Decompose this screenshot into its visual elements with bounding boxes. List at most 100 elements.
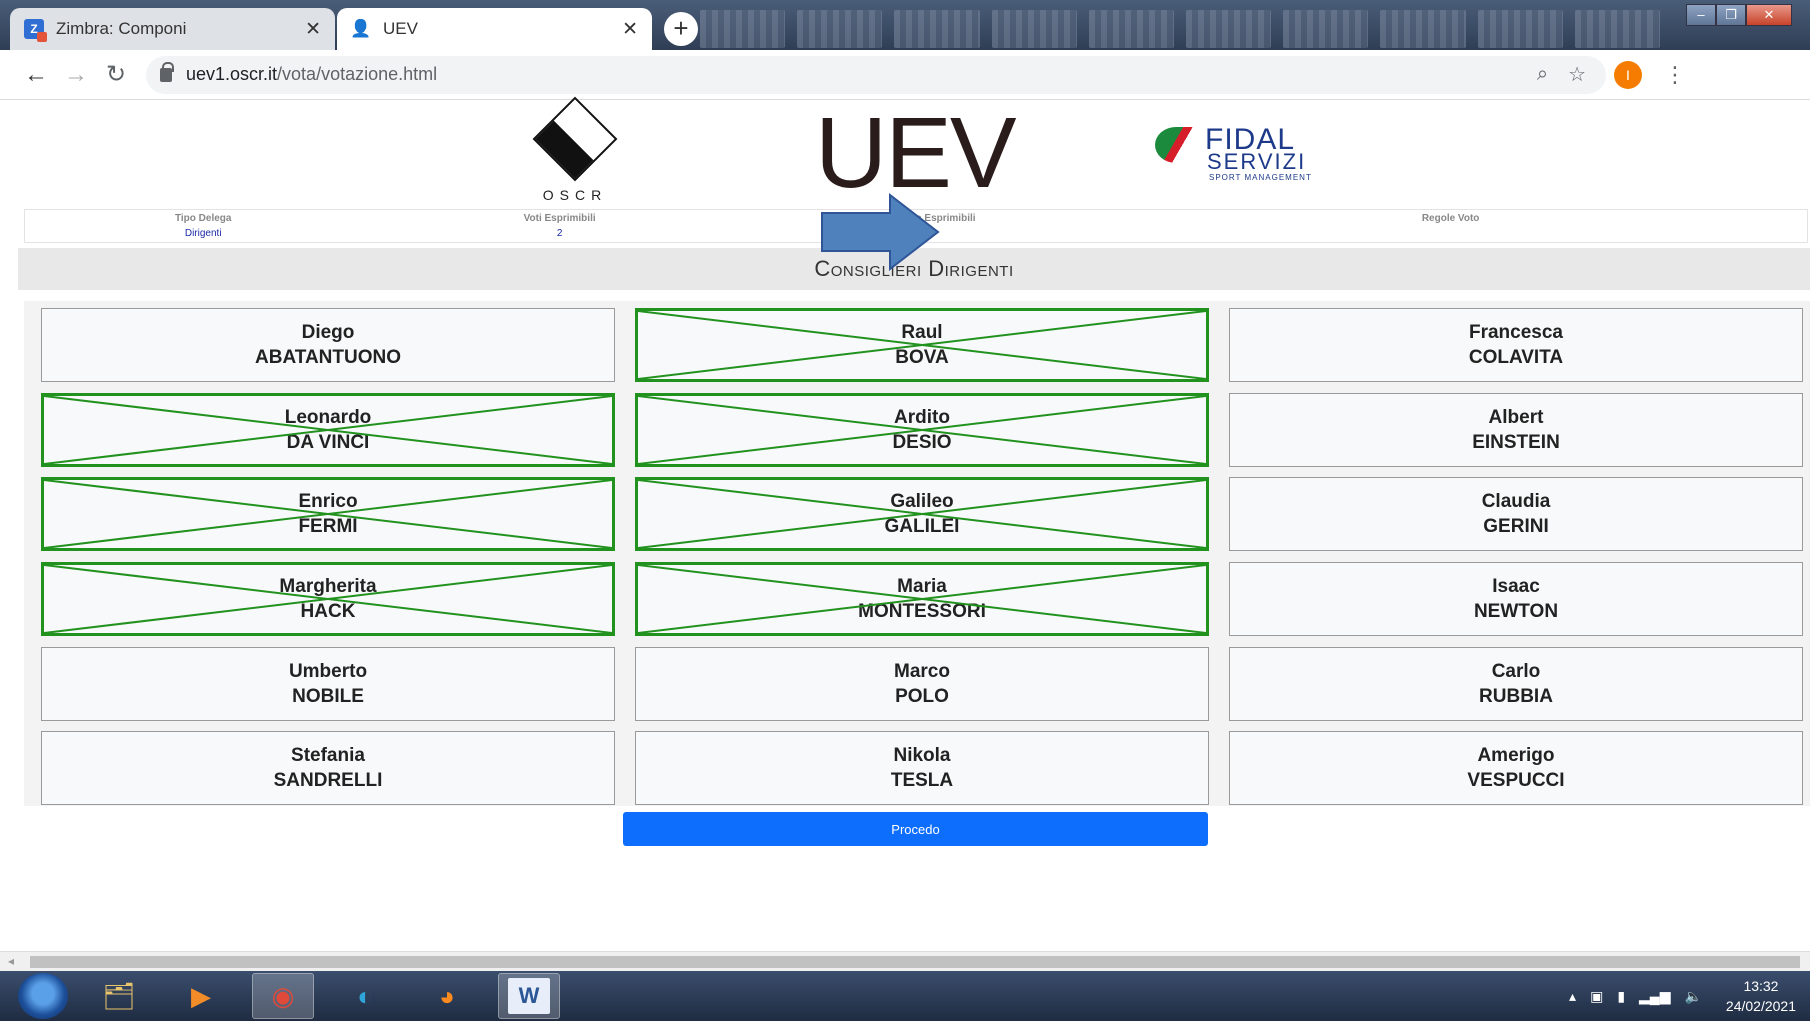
candidate-first-name: Marco bbox=[894, 660, 950, 682]
user-check-favicon-icon: 👤 bbox=[350, 19, 372, 38]
tray-app-icon[interactable]: ▣ bbox=[1590, 988, 1603, 1005]
candidate-card[interactable]: Enrico FERMI bbox=[41, 477, 615, 552]
power-icon[interactable]: ▮ bbox=[1617, 988, 1625, 1005]
oscr-diamond-icon bbox=[532, 96, 618, 182]
zoom-icon[interactable]: ⌕ bbox=[1537, 63, 1548, 86]
close-tab-icon[interactable]: ✕ bbox=[305, 18, 321, 41]
show-hidden-icons-icon[interactable]: ▴ bbox=[1569, 988, 1576, 1005]
candidate-last-name: POLO bbox=[895, 685, 949, 707]
candidate-card[interactable]: Leonardo DA VINCI bbox=[41, 392, 615, 467]
scroll-left-icon[interactable]: ◂ bbox=[8, 954, 14, 968]
candidate-first-name: Umberto bbox=[288, 660, 368, 682]
tab-title: UEV bbox=[383, 19, 418, 38]
forward-arrow-icon[interactable]: → bbox=[56, 55, 96, 95]
candidate-card[interactable]: Albert EINSTEIN bbox=[1229, 392, 1803, 467]
horizontal-scrollbar[interactable]: ◂ bbox=[0, 951, 1810, 971]
candidate-last-name: EINSTEIN bbox=[1472, 431, 1560, 453]
windows-taskbar: 🗂 ▶ ◉ ◐ ◕ W ▴ ▣ ▮ ▂▄▆ 🔈 13:32 24/02/2021 bbox=[0, 971, 1810, 1021]
chrome-icon[interactable]: ◉ bbox=[252, 973, 314, 1019]
address-bar[interactable]: uev1.oscr.it/vota/votazione.html ⌕ ☆ bbox=[146, 55, 1606, 94]
candidate-last-name: FERMI bbox=[298, 516, 358, 538]
desktop-background bbox=[700, 10, 1661, 48]
candidate-card[interactable]: Stefania SANDRELLI bbox=[41, 731, 615, 806]
candidate-last-name: COLAVITA bbox=[1468, 347, 1564, 368]
candidate-first-name: Galileo bbox=[890, 491, 954, 513]
info-label: Voti Esprimibili bbox=[523, 213, 596, 224]
candidate-last-name: NOBILE bbox=[292, 685, 364, 707]
system-clock[interactable]: 13:32 24/02/2021 bbox=[1726, 976, 1796, 1016]
candidate-last-name: TESLA bbox=[890, 770, 954, 792]
candidate-card[interactable]: Carlo RUBBIA bbox=[1229, 646, 1803, 721]
candidate-card[interactable]: Marco POLO bbox=[635, 646, 1209, 721]
reload-icon[interactable]: ↻ bbox=[96, 55, 136, 95]
volume-icon[interactable]: 🔈 bbox=[1684, 988, 1701, 1005]
candidate-card[interactable]: Maria MONTESSORI bbox=[635, 561, 1209, 636]
window-controls: – ❐ ✕ bbox=[1686, 4, 1792, 26]
minimize-icon[interactable]: – bbox=[1686, 4, 1716, 26]
info-delegation-type: Tipo Delega Dirigenti bbox=[25, 210, 381, 242]
firefox-icon[interactable]: ◕ bbox=[416, 973, 478, 1019]
lock-icon bbox=[160, 61, 174, 82]
clock-date: 24/02/2021 bbox=[1725, 998, 1796, 1014]
new-tab-button[interactable]: + bbox=[664, 12, 698, 46]
annotation-arrow-icon bbox=[821, 193, 940, 271]
info-value: 2 bbox=[556, 228, 563, 239]
close-tab-icon[interactable]: ✕ bbox=[622, 18, 638, 41]
word-app[interactable]: W bbox=[498, 973, 560, 1019]
candidate-card[interactable]: Ardito DESIO bbox=[635, 392, 1209, 467]
candidate-card[interactable]: Francesca COLAVITA bbox=[1229, 308, 1803, 382]
browser-menu-icon[interactable]: ⋮ bbox=[1664, 62, 1686, 88]
fidal-swoosh-icon bbox=[1155, 127, 1197, 163]
bookmark-star-icon[interactable]: ☆ bbox=[1568, 62, 1586, 87]
url-host: uev1.oscr.it bbox=[186, 64, 278, 84]
candidate-first-name: Ardito bbox=[894, 406, 950, 428]
info-votes: Voti Esprimibili 2 bbox=[381, 210, 737, 242]
fidal-servizi-logo: FIDAL SERVIZI SPORT MANAGEMENT bbox=[1155, 123, 1355, 183]
candidate-card[interactable]: Galileo GALILEI bbox=[635, 477, 1209, 552]
candidate-last-name: VESPUCCI bbox=[1467, 770, 1565, 792]
candidate-card[interactable]: Isaac NEWTON bbox=[1229, 561, 1803, 636]
tab-uev[interactable]: 👤 UEV ✕ bbox=[337, 8, 652, 50]
candidate-card[interactable]: Nikola TESLA bbox=[635, 731, 1209, 806]
edge-icon[interactable]: ◐ bbox=[334, 973, 396, 1019]
candidate-first-name: Francesca bbox=[1468, 322, 1563, 343]
tab-title: Zimbra: Componi bbox=[56, 19, 187, 38]
proceed-button[interactable]: Procedo bbox=[623, 812, 1208, 846]
browser-toolbar: ← → ↻ uev1.oscr.it/vota/votazione.html ⌕… bbox=[0, 50, 1810, 100]
candidate-first-name: Raul bbox=[901, 322, 943, 343]
fidal-logo-line2: SERVIZI bbox=[1207, 149, 1307, 174]
candidate-card[interactable]: Amerigo VESPUCCI bbox=[1229, 731, 1803, 806]
candidate-card[interactable]: Margherita HACK bbox=[41, 561, 615, 636]
candidate-card[interactable]: Claudia GERINI bbox=[1229, 477, 1803, 552]
candidate-first-name: Isaac bbox=[1492, 575, 1540, 597]
candidate-first-name: Nikola bbox=[893, 745, 951, 767]
scrollbar-thumb[interactable] bbox=[30, 956, 1800, 968]
candidate-first-name: Diego bbox=[301, 322, 355, 343]
candidate-last-name: GALILEI bbox=[884, 516, 960, 538]
info-rules: Regole Voto bbox=[1094, 210, 1807, 242]
candidate-last-name: DESIO bbox=[892, 431, 952, 453]
candidate-first-name: Carlo bbox=[1491, 660, 1541, 682]
candidate-last-name: RUBBIA bbox=[1479, 685, 1553, 707]
candidate-last-name: MONTESSORI bbox=[858, 600, 986, 622]
back-arrow-icon[interactable]: ← bbox=[16, 55, 56, 95]
maximize-icon[interactable]: ❐ bbox=[1716, 4, 1746, 26]
window-close-icon[interactable]: ✕ bbox=[1746, 4, 1792, 26]
candidate-last-name: BOVA bbox=[895, 347, 949, 368]
info-value: Dirigenti bbox=[184, 228, 222, 239]
file-explorer-icon[interactable]: 🗂 bbox=[88, 973, 150, 1019]
candidate-card[interactable]: Raul BOVA bbox=[635, 308, 1209, 382]
oscr-logo: OSCR bbox=[532, 96, 618, 203]
candidate-card[interactable]: Diego ABATANTUONO bbox=[41, 308, 615, 382]
candidate-last-name: GERINI bbox=[1483, 516, 1549, 538]
candidate-card[interactable]: Umberto NOBILE bbox=[41, 646, 615, 721]
url-path: /vota/votazione.html bbox=[277, 64, 438, 84]
candidate-first-name: Margherita bbox=[279, 575, 377, 597]
candidate-first-name: Leonardo bbox=[284, 406, 372, 428]
media-player-icon[interactable]: ▶ bbox=[170, 973, 232, 1019]
tab-zimbra[interactable]: Z Zimbra: Componi ✕ bbox=[10, 8, 335, 50]
profile-avatar[interactable]: I bbox=[1614, 60, 1642, 89]
network-icon[interactable]: ▂▄▆ bbox=[1639, 988, 1670, 1005]
fidal-logo-line3: SPORT MANAGEMENT bbox=[1209, 173, 1312, 182]
start-button[interactable] bbox=[18, 973, 68, 1019]
